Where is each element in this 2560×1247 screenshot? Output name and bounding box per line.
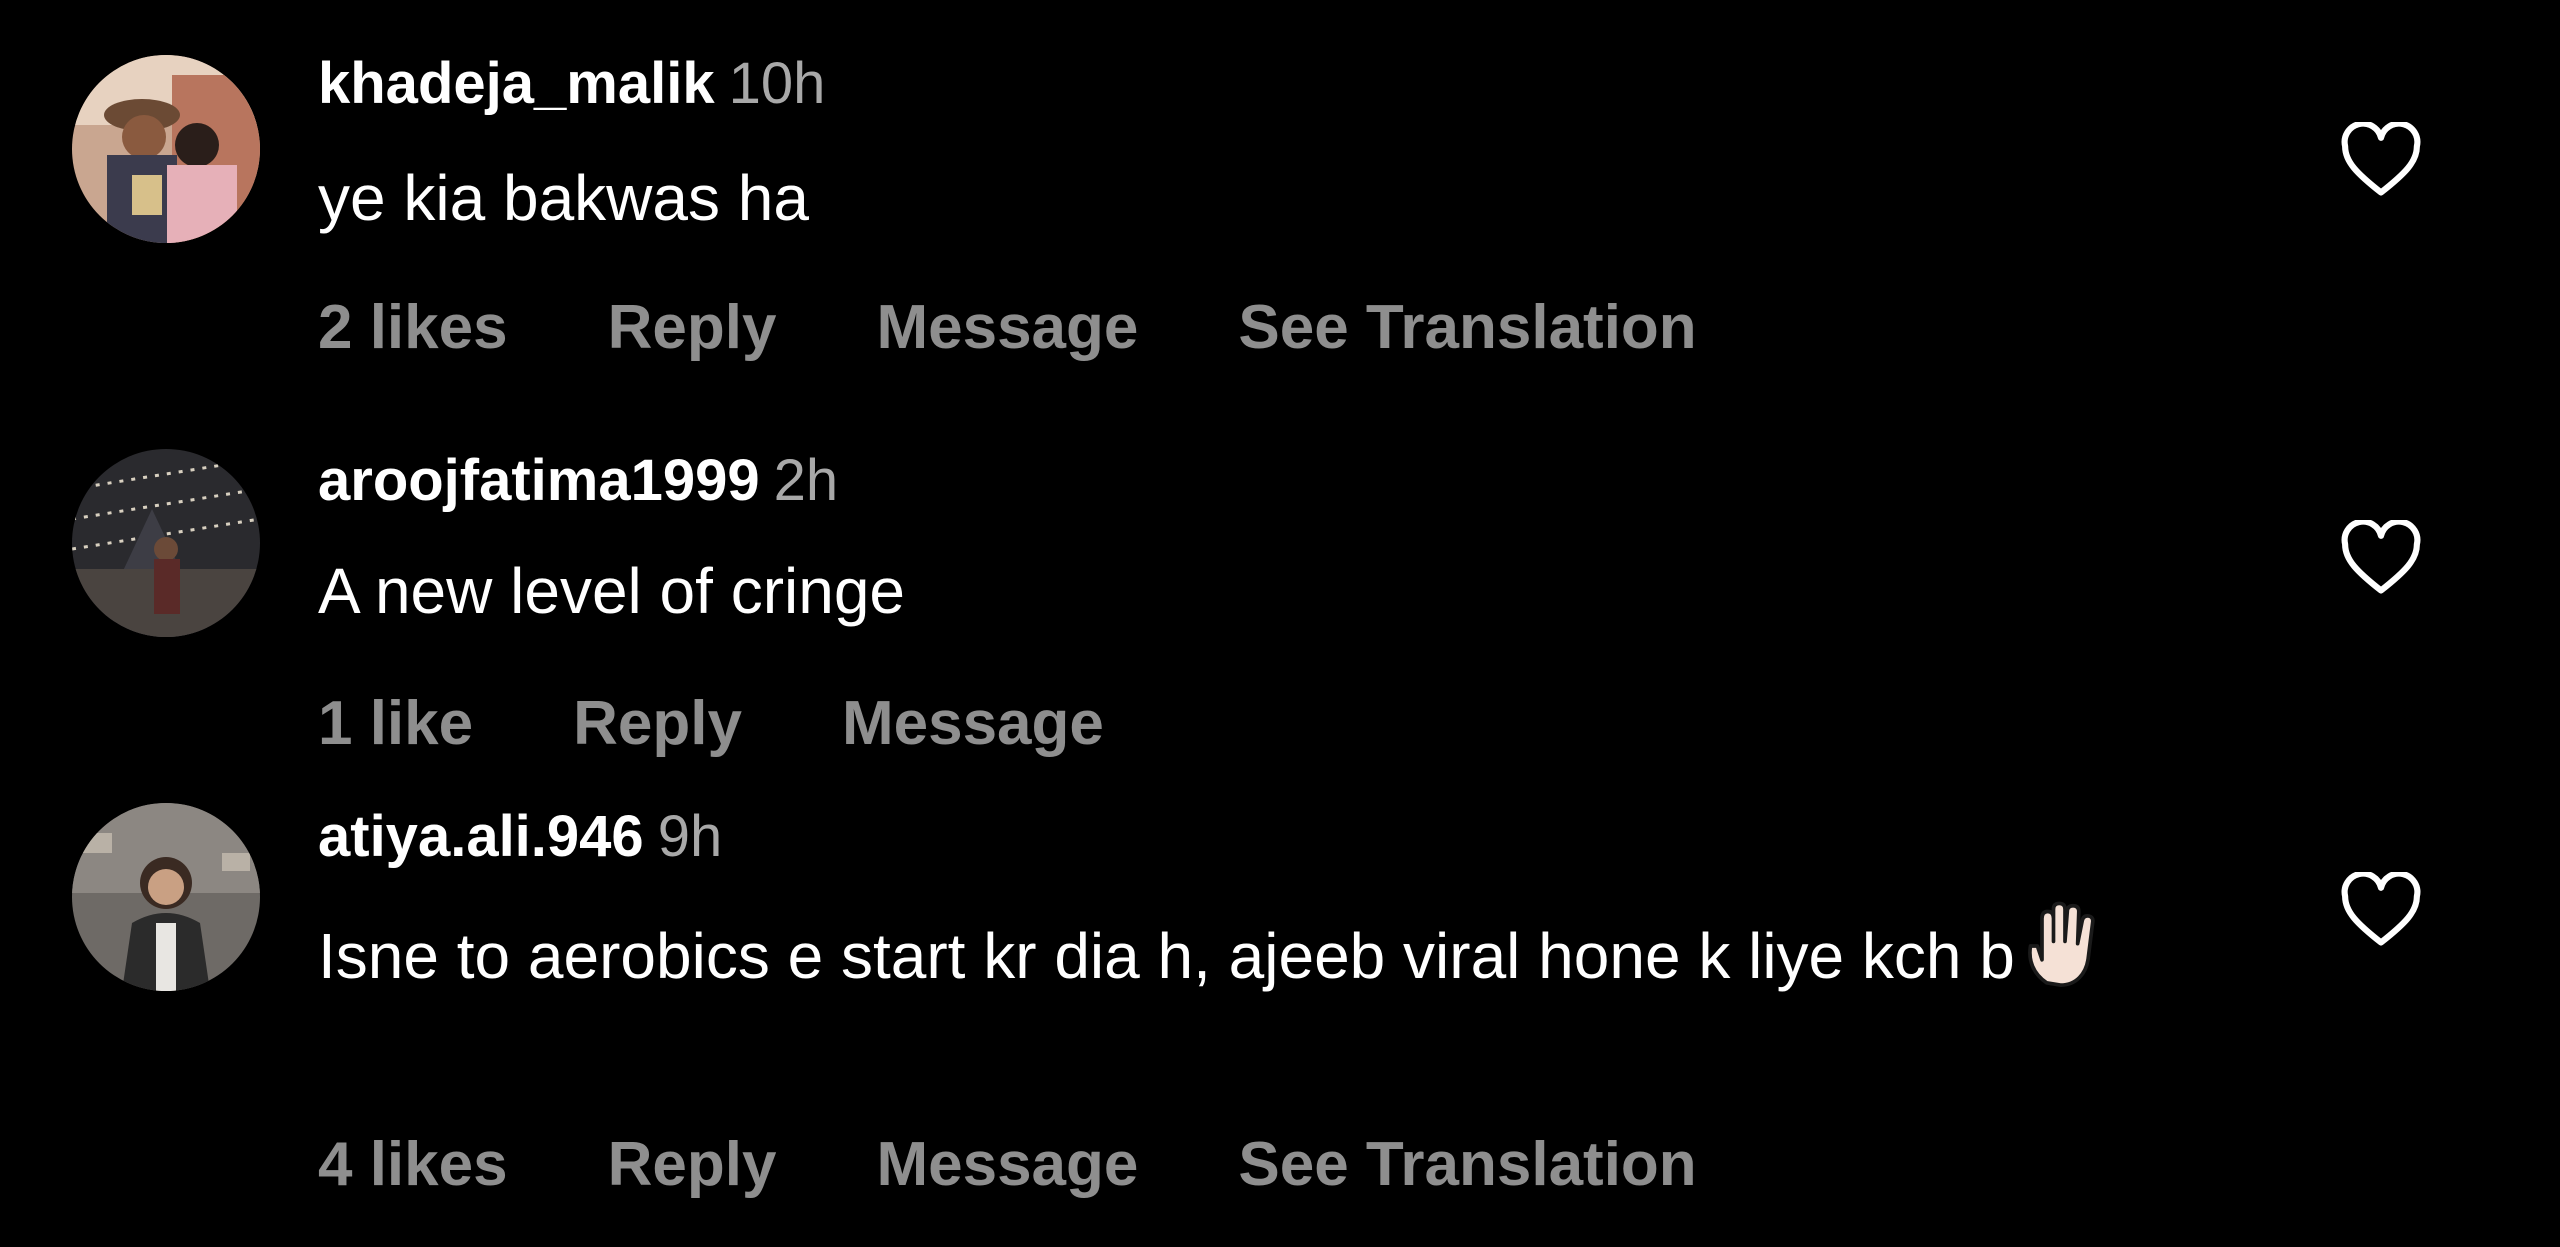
comment-text: Isne to aerobics e start kr dia h, ajeeb… bbox=[318, 900, 2318, 1002]
comment-header: aroojfatima1999 2h bbox=[318, 441, 838, 521]
like-button[interactable] bbox=[2340, 122, 2422, 198]
likes-count[interactable]: 1 like bbox=[318, 684, 473, 764]
avatar[interactable] bbox=[72, 803, 260, 991]
reply-button[interactable]: Reply bbox=[608, 1125, 777, 1205]
reply-button[interactable]: Reply bbox=[573, 684, 742, 764]
user-photo-couple-avatar bbox=[72, 55, 260, 243]
likes-count[interactable]: 2 likes bbox=[318, 288, 508, 368]
like-button[interactable] bbox=[2340, 872, 2422, 948]
username[interactable]: aroojfatima1999 bbox=[318, 448, 760, 513]
message-button[interactable]: Message bbox=[842, 684, 1104, 764]
likes-count[interactable]: 4 likes bbox=[318, 1125, 508, 1205]
heart-outline-icon bbox=[2341, 872, 2421, 946]
username[interactable]: atiya.ali.946 bbox=[318, 804, 644, 869]
comment-actions: 1 like Reply Message bbox=[318, 684, 1204, 764]
heart-outline-icon bbox=[2341, 520, 2421, 594]
comment-text: A new level of cringe bbox=[318, 555, 905, 627]
like-button[interactable] bbox=[2340, 520, 2422, 596]
comment-text: ye kia bakwas ha bbox=[318, 162, 809, 234]
user-photo-lights-avatar bbox=[72, 449, 260, 637]
comment-text-content: Isne to aerobics e start kr dia h, ajeeb… bbox=[318, 920, 2015, 992]
timestamp: 2h bbox=[773, 448, 839, 513]
raised-hand-emoji bbox=[2019, 900, 2111, 992]
raised-hand-icon bbox=[2028, 901, 2095, 987]
timestamp: 9h bbox=[657, 804, 723, 869]
see-translation-button[interactable]: See Translation bbox=[1238, 1125, 1696, 1205]
reply-button[interactable]: Reply bbox=[608, 288, 777, 368]
heart-outline-icon bbox=[2341, 122, 2421, 196]
comment-header: atiya.ali.946 9h bbox=[318, 797, 722, 877]
message-button[interactable]: Message bbox=[876, 288, 1138, 368]
avatar[interactable] bbox=[72, 449, 260, 637]
comment-header: khadeja_malik 10h bbox=[318, 44, 825, 124]
message-button[interactable]: Message bbox=[876, 1125, 1138, 1205]
timestamp: 10h bbox=[728, 51, 826, 116]
user-photo-portrait-avatar bbox=[72, 803, 260, 991]
comment-actions: 4 likes Reply Message See Translation bbox=[318, 1125, 1797, 1205]
see-translation-button[interactable]: See Translation bbox=[1238, 288, 1696, 368]
comment-actions: 2 likes Reply Message See Translation bbox=[318, 288, 1797, 368]
username[interactable]: khadeja_malik bbox=[318, 51, 715, 116]
avatar[interactable] bbox=[72, 55, 260, 243]
